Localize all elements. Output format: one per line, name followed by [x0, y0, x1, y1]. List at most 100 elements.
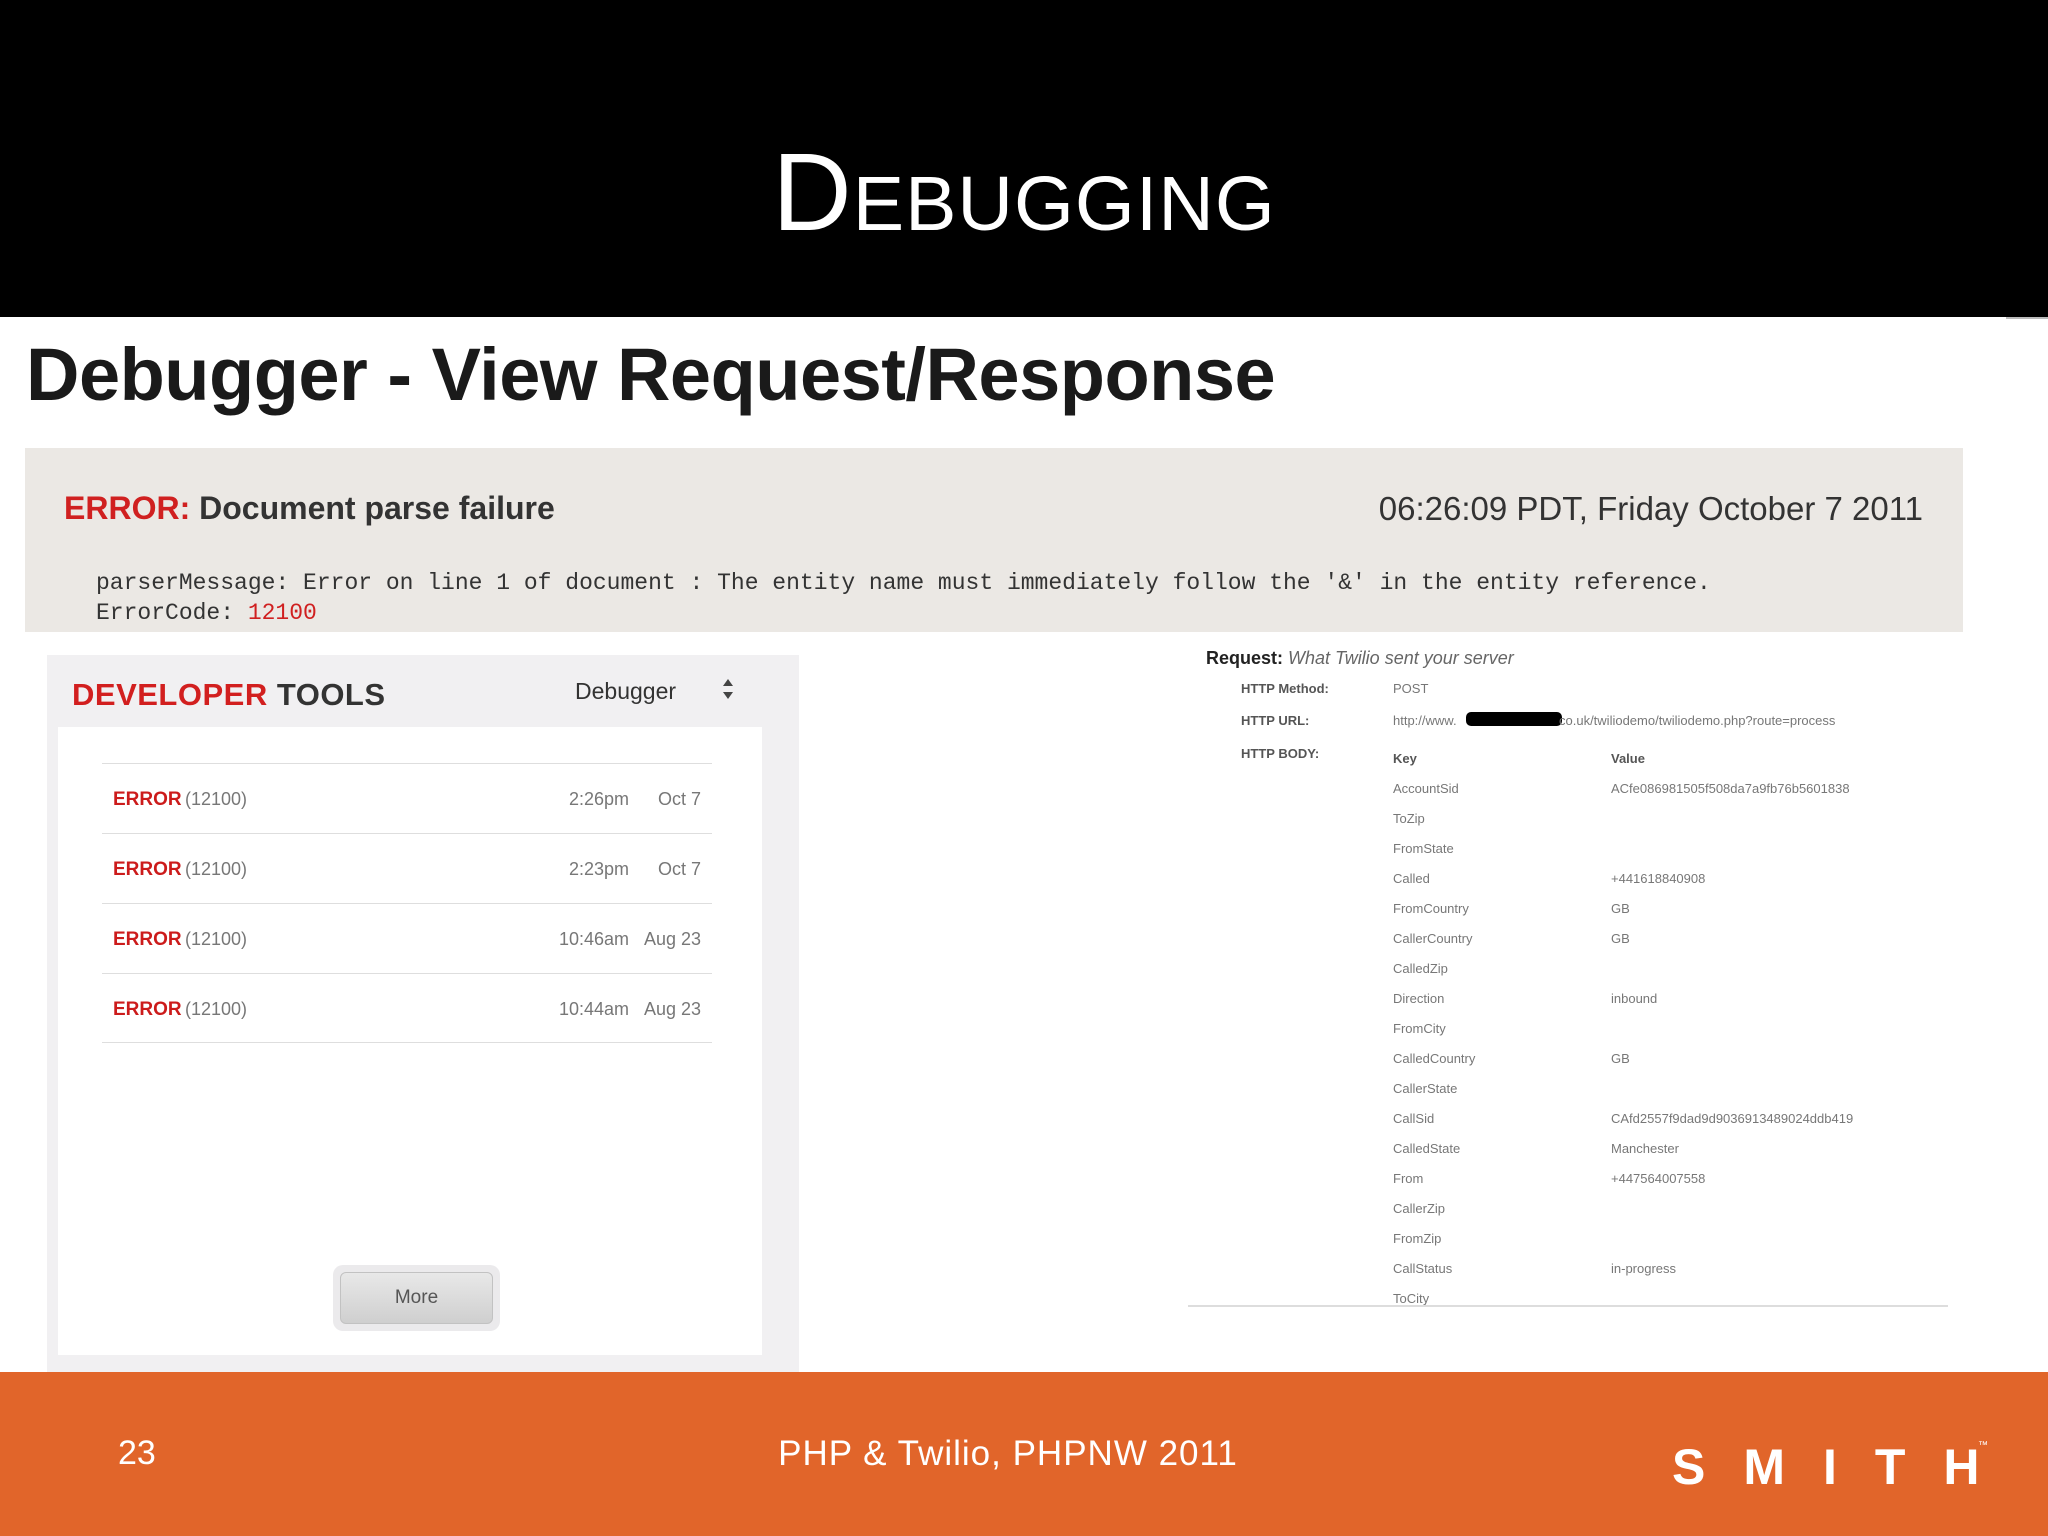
- error-item-date: Aug 23: [643, 929, 701, 949]
- error-item-time: 2:26pm: [568, 789, 629, 809]
- error-item-date: Aug 23: [643, 999, 701, 1019]
- trademark-mark: ™: [1978, 1440, 1988, 1451]
- error-item-code: (12100): [185, 789, 248, 809]
- error-code-value: 12100: [247, 600, 317, 626]
- developer-tools-panel: DEVELOPER TOOLS Debugger ERROR (12100) 2…: [47, 655, 799, 1372]
- table-header-row: Key Value: [1393, 744, 1913, 774]
- table-row: FromZip: [1393, 1224, 1913, 1254]
- error-label: ERROR:: [64, 490, 191, 526]
- up-down-arrows-icon[interactable]: [721, 676, 735, 702]
- developer-tools-title: DEVELOPER TOOLS: [72, 677, 386, 713]
- param-value: inbound: [1611, 991, 1658, 1006]
- error-item-label: ERROR: [113, 999, 182, 1020]
- error-title: ERROR: Document parse failure: [64, 490, 555, 527]
- error-item-code: (12100): [185, 929, 248, 949]
- http-url-end: co.uk/twiliodemo/twiliodemo.php?route=pr…: [1559, 713, 1836, 728]
- request-panel: Request: What Twilio sent your server HT…: [1188, 648, 1948, 1310]
- http-method-label: HTTP Method:: [1241, 681, 1329, 696]
- table-row: FromState: [1393, 834, 1913, 864]
- param-key: ToCity: [1393, 1291, 1430, 1306]
- table-row: Direction inbound: [1393, 984, 1913, 1014]
- more-button-frame: More: [333, 1265, 500, 1331]
- http-url-start: http://www.: [1393, 713, 1457, 728]
- slide-title: Debugging: [772, 131, 1276, 254]
- error-timestamp: 06:26:09 PDT, Friday October 7 2011: [1378, 490, 1923, 527]
- param-key: CallerState: [1393, 1081, 1458, 1096]
- param-key: CallerCountry: [1393, 931, 1473, 946]
- error-item-date: Oct 7: [657, 859, 701, 879]
- param-value: CAfd2557f9dad9d9036913489024ddb419: [1611, 1111, 1854, 1126]
- table-row: ToZip: [1393, 804, 1913, 834]
- param-key: Called: [1393, 871, 1430, 886]
- param-key: CalledState: [1393, 1141, 1461, 1156]
- error-item-time: 10:46am: [558, 929, 629, 949]
- error-item-date: Oct 7: [657, 789, 701, 809]
- table-row: CallerState: [1393, 1074, 1913, 1104]
- param-value: GB: [1611, 901, 1630, 916]
- table-row: CallerCountry GB: [1393, 924, 1913, 954]
- param-key: FromCity: [1393, 1021, 1446, 1036]
- table-row: FromCountry GB: [1393, 894, 1913, 924]
- developer-tools-title-rest: TOOLS: [267, 677, 386, 712]
- error-list-item[interactable]: ERROR (12100) 2:23pm Oct 7: [102, 833, 712, 903]
- error-message: parserMessage: Error on line 1 of docume…: [96, 568, 1711, 628]
- error-item-label: ERROR: [113, 859, 182, 880]
- param-key: FromCountry: [1393, 901, 1469, 916]
- http-method-value: POST: [1393, 681, 1429, 696]
- footer: 23 PHP & Twilio, PHPNW 2011 SMITH ™: [0, 1372, 2048, 1536]
- table-row: CalledZip: [1393, 954, 1913, 984]
- param-value: +441618840908: [1611, 871, 1706, 886]
- error-list-item[interactable]: ERROR (12100) 10:44am Aug 23: [102, 973, 712, 1043]
- table-row: ToCity: [1393, 1284, 1913, 1314]
- smith-logo: SMITH: [1672, 1439, 2018, 1495]
- error-item-code: (12100): [185, 999, 248, 1019]
- request-heading-desc: What Twilio sent your server: [1283, 648, 1514, 668]
- table-row: FromCity: [1393, 1014, 1913, 1044]
- error-item-time: 10:44am: [558, 999, 629, 1019]
- title-bar: Debugging: [0, 0, 2048, 317]
- request-params-table: Key Value AccountSid ACfe086981505f508da7…: [1393, 744, 1913, 1314]
- value-column-header: Value: [1611, 751, 1645, 766]
- key-column-header: Key: [1393, 751, 1417, 766]
- param-key: CalledZip: [1393, 961, 1448, 976]
- table-row: AccountSid ACfe086981505f508da7a9fb76b560…: [1393, 774, 1913, 804]
- table-row: From +447564007558: [1393, 1164, 1913, 1194]
- error-item-label: ERROR: [113, 929, 182, 950]
- screenshot-heading: Debugger - View Request/Response: [26, 333, 1276, 416]
- param-key: FromState: [1393, 841, 1454, 856]
- param-value: Manchester: [1611, 1141, 1679, 1156]
- more-button[interactable]: More: [340, 1272, 493, 1324]
- error-panel: ERROR: Document parse failure 06:26:09 P…: [25, 448, 1963, 632]
- param-value: +447564007558: [1611, 1171, 1706, 1186]
- param-value: GB: [1611, 931, 1630, 946]
- error-code-label: ErrorCode:: [96, 600, 248, 626]
- table-row: CallStatus in-progress: [1393, 1254, 1913, 1284]
- error-item-label: ERROR: [113, 789, 182, 810]
- param-key: CallerZip: [1393, 1201, 1446, 1216]
- table-row: CallSid CAfd2557f9dad9d9036913489024ddb41…: [1393, 1104, 1913, 1134]
- table-row: Called +441618840908: [1393, 864, 1913, 894]
- param-key: From: [1393, 1171, 1424, 1186]
- error-title-text: Document parse failure: [190, 490, 555, 526]
- param-key: CalledCountry: [1393, 1051, 1476, 1066]
- param-key: Direction: [1393, 991, 1445, 1006]
- error-list: ERROR (12100) 2:26pm Oct 7 ERROR (12100)…: [102, 763, 712, 1043]
- request-heading: Request: What Twilio sent your server: [1206, 648, 1514, 669]
- param-value: in-progress: [1611, 1261, 1677, 1276]
- tool-select[interactable]: Debugger: [575, 678, 676, 705]
- error-list-item[interactable]: ERROR (12100) 2:26pm Oct 7: [102, 763, 712, 833]
- http-body-label: HTTP BODY:: [1241, 746, 1320, 761]
- redaction-bar: [1466, 712, 1562, 726]
- request-heading-label: Request:: [1206, 648, 1284, 668]
- divider: [1188, 1305, 1948, 1307]
- developer-tools-title-red: DEVELOPER: [72, 677, 268, 712]
- table-row: CalledState Manchester: [1393, 1134, 1913, 1164]
- error-item-code: (12100): [185, 859, 248, 879]
- param-key: CallStatus: [1393, 1261, 1453, 1276]
- param-value: GB: [1611, 1051, 1630, 1066]
- param-key: CallSid: [1393, 1111, 1435, 1126]
- error-list-item[interactable]: ERROR (12100) 10:46am Aug 23: [102, 903, 712, 973]
- param-value: ACfe086981505f508da7a9fb76b5601838: [1611, 781, 1850, 796]
- error-item-time: 2:23pm: [568, 859, 629, 879]
- param-key: AccountSid: [1393, 781, 1459, 796]
